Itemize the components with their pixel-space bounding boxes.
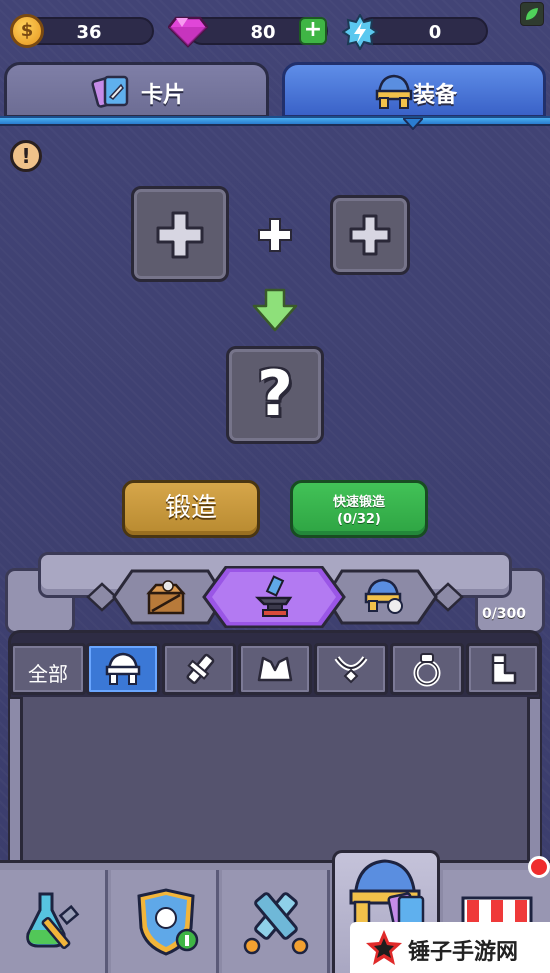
treasure-chest-icon[interactable]	[146, 577, 186, 617]
nav-item-heroes[interactable]	[111, 870, 219, 973]
plus-icon	[349, 214, 391, 256]
arrow-down-icon	[252, 288, 298, 332]
tab-underline	[0, 116, 550, 126]
energy-bolt-icon	[342, 14, 378, 50]
cards-icon	[91, 75, 129, 108]
category-weapon[interactable]	[162, 643, 236, 695]
gem-icon	[168, 16, 208, 48]
helmet-icon	[105, 652, 141, 685]
helmet-tab-icon	[375, 74, 413, 109]
coin-counter: 36 $	[10, 14, 156, 48]
plus-icon	[156, 211, 204, 259]
leaf-icon	[526, 8, 538, 20]
category-armor[interactable]	[238, 643, 312, 695]
tab-equipment-label: 装备	[413, 83, 458, 108]
category-helmet[interactable]	[86, 643, 160, 695]
quick-forge-count: (0/32)	[337, 512, 381, 527]
armor-icon	[257, 656, 293, 682]
quick-forge-button[interactable]: 快速锻造 (0/32)	[290, 480, 428, 538]
nav-item-battle[interactable]	[222, 870, 330, 973]
notification-dot	[528, 856, 550, 878]
inventory-count: 0/300	[481, 606, 527, 622]
ring-icon	[413, 653, 441, 687]
watermark: 锤子手游网	[350, 922, 550, 973]
add-gems-button[interactable]: +	[299, 17, 327, 45]
warning-info-icon[interactable]: !	[10, 140, 42, 172]
category-boots[interactable]	[466, 643, 540, 695]
category-ring[interactable]	[390, 643, 464, 695]
crossed-swords-icon	[243, 892, 309, 955]
forge-result-slot: ?	[226, 346, 324, 444]
energy-value: 0	[428, 22, 442, 43]
necklace-icon	[334, 656, 368, 684]
watermark-text: 锤子手游网	[408, 940, 519, 965]
inventory-grid[interactable]	[20, 697, 530, 877]
forge-slot-main[interactable]	[131, 186, 229, 282]
question-mark-icon: ?	[257, 357, 293, 430]
energy-counter: 0	[342, 14, 490, 50]
nav-item-workshop[interactable]	[0, 870, 108, 973]
boots-icon	[491, 653, 517, 685]
tab-pointer	[403, 118, 423, 130]
anvil-hammer-icon[interactable]	[254, 574, 296, 618]
weapon-icon	[186, 653, 215, 685]
tab-cards-label: 卡片	[141, 83, 186, 108]
coin-icon: $	[10, 14, 44, 48]
quick-forge-label: 快速锻造	[332, 495, 385, 510]
forge-button[interactable]: 锻造	[122, 480, 260, 538]
tab-equipment[interactable]: 装备	[282, 62, 546, 118]
hero-badge-icon	[137, 888, 199, 956]
category-tabs: 全部	[8, 643, 542, 697]
settings-leaf-button[interactable]	[520, 2, 544, 26]
watermark-logo-icon	[366, 930, 402, 965]
category-all[interactable]: 全部	[10, 643, 86, 695]
join-plus-icon	[258, 218, 292, 252]
potion-tools-icon	[26, 892, 80, 950]
tab-cards[interactable]: 卡片	[4, 62, 269, 118]
inventory-right-rail	[528, 697, 542, 867]
gem-counter: 80 +	[168, 14, 330, 48]
coin-value: 36	[76, 22, 102, 43]
category-necklace[interactable]	[314, 643, 388, 695]
category-all-label: 全部	[28, 662, 68, 686]
equipment-helmet-icon[interactable]	[362, 576, 404, 616]
forge-slot-secondary[interactable]	[330, 195, 410, 275]
